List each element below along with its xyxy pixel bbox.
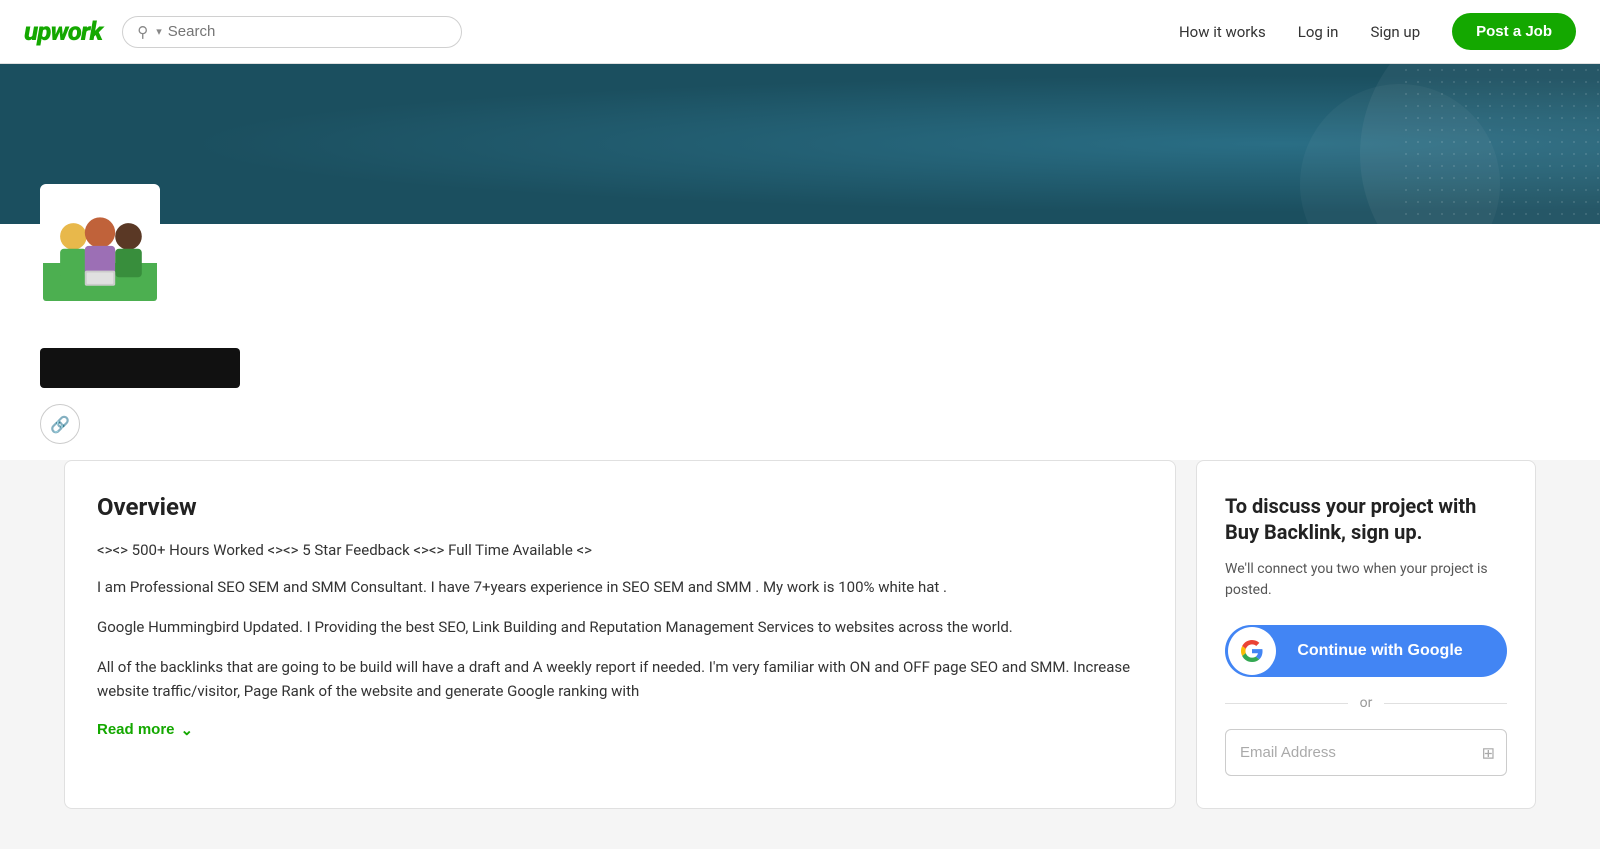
email-input[interactable] [1225, 729, 1507, 776]
continue-with-google-button[interactable]: Continue with Google [1225, 625, 1507, 677]
post-job-button[interactable]: Post a Job [1452, 13, 1576, 50]
chevron-down-icon: ⌄ [181, 721, 194, 739]
google-button-label: Continue with Google [1297, 642, 1462, 660]
hero-banner [0, 64, 1600, 224]
upwork-logo[interactable]: upwork [24, 17, 102, 47]
overview-title: Overview [97, 493, 1143, 521]
search-input[interactable] [168, 23, 447, 40]
overview-paragraph-1: I am Professional SEO SEM and SMM Consul… [97, 575, 1143, 599]
how-it-works-link[interactable]: How it works [1179, 23, 1266, 41]
read-more-label: Read more [97, 721, 175, 738]
profile-link-button[interactable]: 🔗 [40, 404, 80, 444]
signup-link[interactable]: Sign up [1370, 23, 1420, 41]
email-input-wrap: ⊞ [1225, 729, 1507, 776]
avatar-illustration [43, 184, 157, 304]
or-divider: or [1225, 695, 1507, 711]
link-icon: 🔗 [50, 415, 70, 434]
overview-paragraph-3: All of the backlinks that are going to b… [97, 655, 1143, 703]
signup-subtitle: We'll connect you two when your project … [1225, 559, 1507, 601]
google-icon [1228, 627, 1276, 675]
overview-tagline: <><> 500+ Hours Worked <><> 5 Star Feedb… [97, 541, 1143, 559]
search-bar[interactable]: ⚲ ▾ [122, 16, 462, 48]
navbar: upwork ⚲ ▾ How it works Log in Sign up P… [0, 0, 1600, 64]
overview-card: Overview <><> 500+ Hours Worked <><> 5 S… [64, 460, 1176, 809]
search-icon: ⚲ [137, 23, 148, 41]
login-link[interactable]: Log in [1298, 23, 1339, 41]
profile-name-redacted [40, 348, 240, 388]
read-more-button[interactable]: Read more ⌄ [97, 721, 193, 739]
or-label: or [1360, 695, 1373, 711]
avatar [40, 184, 160, 304]
nav-right: How it works Log in Sign up Post a Job [1179, 13, 1576, 50]
signup-card: To discuss your project with Buy Backlin… [1196, 460, 1536, 809]
decorative-dots [1400, 64, 1600, 224]
overview-paragraph-2: Google Hummingbird Updated. I Providing … [97, 615, 1143, 639]
profile-section [0, 224, 1600, 348]
signup-title: To discuss your project with Buy Backlin… [1225, 493, 1507, 545]
main-content: Overview <><> 500+ Hours Worked <><> 5 S… [40, 460, 1560, 849]
profile-name-section: 🔗 [0, 348, 1600, 460]
chevron-down-icon: ▾ [156, 25, 162, 38]
profile-avatar-wrap [40, 184, 160, 304]
email-icon: ⊞ [1482, 743, 1495, 762]
